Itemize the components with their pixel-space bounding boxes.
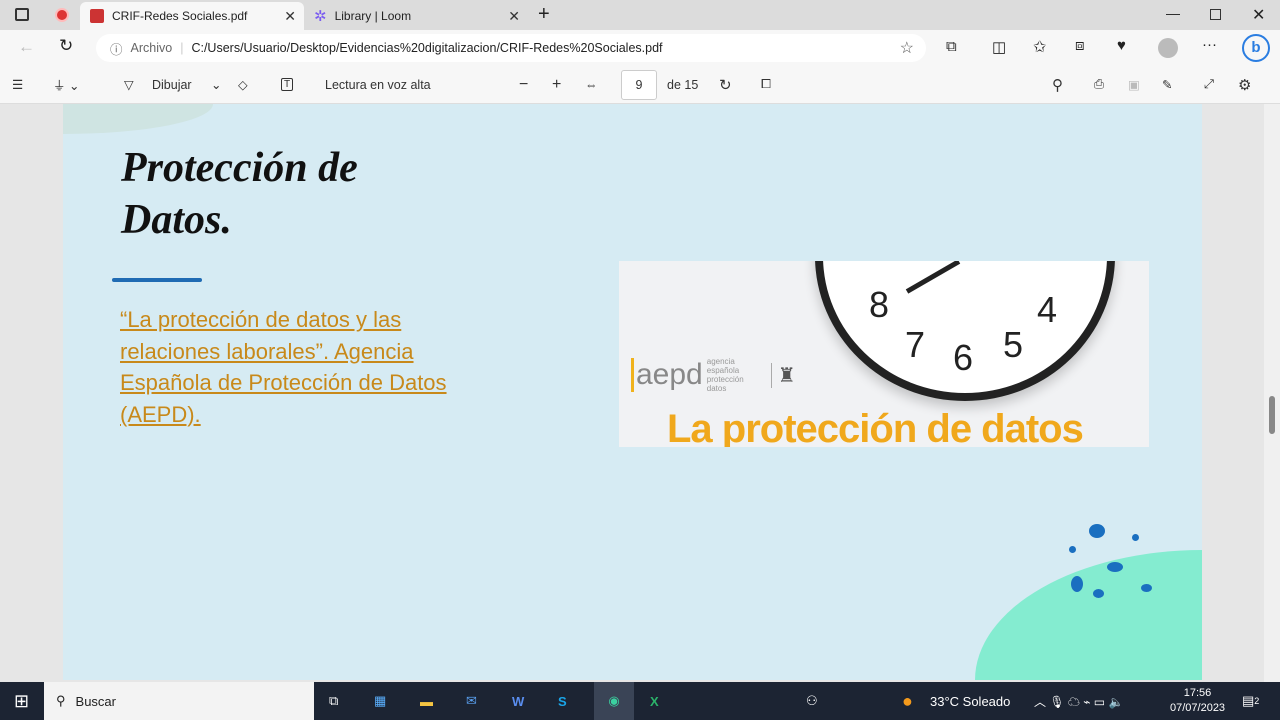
title-underline (112, 278, 202, 282)
decorative-shape (975, 550, 1202, 680)
tray-icons[interactable]: ︿ 🎙 ☁ ⌁ ▭ 🔈 (1034, 682, 1123, 720)
people-icon[interactable]: ⚇ (806, 682, 818, 720)
tab-loom[interactable]: ✲ Library | Loom ✕ (304, 2, 528, 30)
mail-icon[interactable]: ✉ (466, 682, 477, 720)
loom-icon: ✲ (314, 8, 327, 25)
page-view-icon[interactable]: ⧠ (761, 77, 771, 92)
excel-icon[interactable]: X (650, 682, 659, 720)
notifications-icon[interactable]: ▤ 2 (1242, 682, 1259, 720)
tab-actions-icon[interactable] (15, 8, 29, 21)
split-screen-icon[interactable]: ◫ (992, 38, 1006, 56)
save-icon[interactable]: ▣ (1128, 77, 1140, 92)
zoom-in-icon[interactable]: + (552, 76, 561, 94)
favorites-icon[interactable]: ✩ (1033, 37, 1046, 57)
aepd-logo: aepd agencia española protección datos ♜ (631, 357, 796, 393)
tab-label: Library | Loom (334, 9, 412, 23)
new-tab-icon[interactable]: + (538, 3, 550, 26)
search-placeholder: Buscar (75, 693, 116, 709)
fit-page-icon[interactable]: ⇔ (585, 78, 598, 92)
tab-label: CRIF-Redes Sociales.pdf (112, 9, 248, 23)
image-headline: La protección de datos (667, 407, 1084, 447)
tab-bar: CRIF-Redes Sociales.pdf ✕ ✲ Library | Lo… (0, 0, 1280, 30)
collections-icon[interactable]: ⧈ (1075, 37, 1085, 54)
pdf-toolbar: ☰ ⏚ ⌄ ▽ Dibujar ⌄ ◇ T Lectura en voz alt… (0, 66, 1280, 104)
contents-icon[interactable]: ☰ (12, 77, 23, 92)
zoom-out-icon[interactable]: − (519, 76, 528, 94)
scroll-thumb[interactable] (1269, 396, 1275, 434)
close-tab-icon[interactable]: ✕ (284, 8, 296, 25)
skype-icon[interactable]: S (558, 682, 567, 720)
refresh-icon[interactable]: ↻ (59, 36, 73, 56)
extensions-icon[interactable]: ⧉ (946, 38, 957, 55)
close-window-icon[interactable]: ✕ (1252, 5, 1265, 25)
taskbar: ⊞ ⚲ Buscar ⧉ ▦ ▬ ✉ W S ◉ X ⚇ ● 33°C Solea… (0, 682, 1280, 720)
address-url: C:/Users/Usuario/Desktop/Evidencias%20di… (191, 41, 663, 55)
word-icon[interactable]: W (512, 682, 524, 720)
fullscreen-icon[interactable]: ⤢ (1204, 77, 1214, 92)
save-as-icon[interactable]: ✎ (1162, 77, 1172, 92)
eraser-icon[interactable]: ◇ (238, 77, 248, 92)
aepd-image: 8 7 6 5 4 aepd agencia española protección… (619, 261, 1149, 447)
weather-icon[interactable]: ● (902, 682, 913, 720)
address-prefix: Archivo (130, 41, 173, 55)
print-icon[interactable]: ⎙ (1094, 77, 1104, 92)
favorite-star-icon[interactable]: ☆ (900, 38, 914, 58)
clock[interactable]: 17:56 07/07/2023 (1170, 682, 1225, 720)
profile-avatar[interactable] (1158, 38, 1178, 58)
back-icon[interactable]: ← (18, 37, 35, 57)
coat-of-arms-icon: ♜ (770, 362, 796, 388)
file-explorer-icon[interactable]: ▬ (420, 682, 433, 720)
info-icon: ⓘ (110, 42, 123, 57)
store-icon[interactable]: ▦ (374, 682, 386, 720)
weather-text[interactable]: 33°C Soleado (930, 682, 1010, 720)
search-icon: ⚲ (56, 693, 66, 708)
maximize-icon[interactable] (1210, 9, 1221, 20)
performance-icon[interactable]: ♥ (1117, 37, 1126, 54)
tab-pdf[interactable]: CRIF-Redes Sociales.pdf ✕ (80, 2, 304, 30)
rotate-icon[interactable]: ↻ (719, 76, 732, 94)
settings-icon[interactable]: ⚙ (1238, 76, 1251, 94)
clock-image: 8 7 6 5 4 (815, 261, 1115, 401)
address-input[interactable]: ⓘ Archivo | C:/Users/Usuario/Desktop/Evi… (96, 34, 926, 62)
more-icon[interactable]: ··· (1202, 36, 1217, 53)
page-number-input[interactable]: 9 (621, 69, 657, 100)
record-icon[interactable] (55, 8, 69, 22)
read-aloud-button[interactable]: Lectura en voz alta (325, 78, 431, 92)
page-count: de 15 (667, 77, 699, 92)
decorative-corner-shape (63, 104, 213, 134)
scrollbar[interactable] (1264, 104, 1280, 682)
slide-title: Protección de Datos. (121, 145, 358, 243)
close-tab-icon[interactable]: ✕ (508, 8, 520, 25)
pdf-viewer: Protección de Datos. “La protección de da… (0, 104, 1280, 682)
task-view-icon[interactable]: ⧉ (329, 682, 338, 720)
draw-dropdown-icon[interactable]: ⌄ (211, 77, 221, 92)
address-bar-row: ← ↻ ⓘ Archivo | C:/Users/Usuario/Desktop… (0, 30, 1280, 66)
edge-icon[interactable]: ◉ (594, 682, 634, 720)
draw-button[interactable]: Dibujar (152, 78, 192, 92)
text-icon[interactable]: T (281, 78, 294, 91)
taskbar-search[interactable]: ⚲ Buscar (44, 682, 314, 720)
pdf-icon (90, 9, 104, 23)
bing-icon[interactable]: b (1242, 34, 1270, 62)
minimize-icon[interactable]: — (1166, 5, 1180, 21)
reference-link[interactable]: “La protección de datos y las relaciones… (120, 304, 500, 430)
highlight-icon[interactable]: ⏚ ⌄ (53, 75, 79, 94)
start-icon[interactable]: ⊞ (14, 682, 29, 720)
search-icon[interactable]: ⚲ (1052, 76, 1063, 94)
pdf-page: Protección de Datos. “La protección de da… (63, 104, 1202, 680)
draw-icon[interactable]: ▽ (124, 77, 134, 92)
